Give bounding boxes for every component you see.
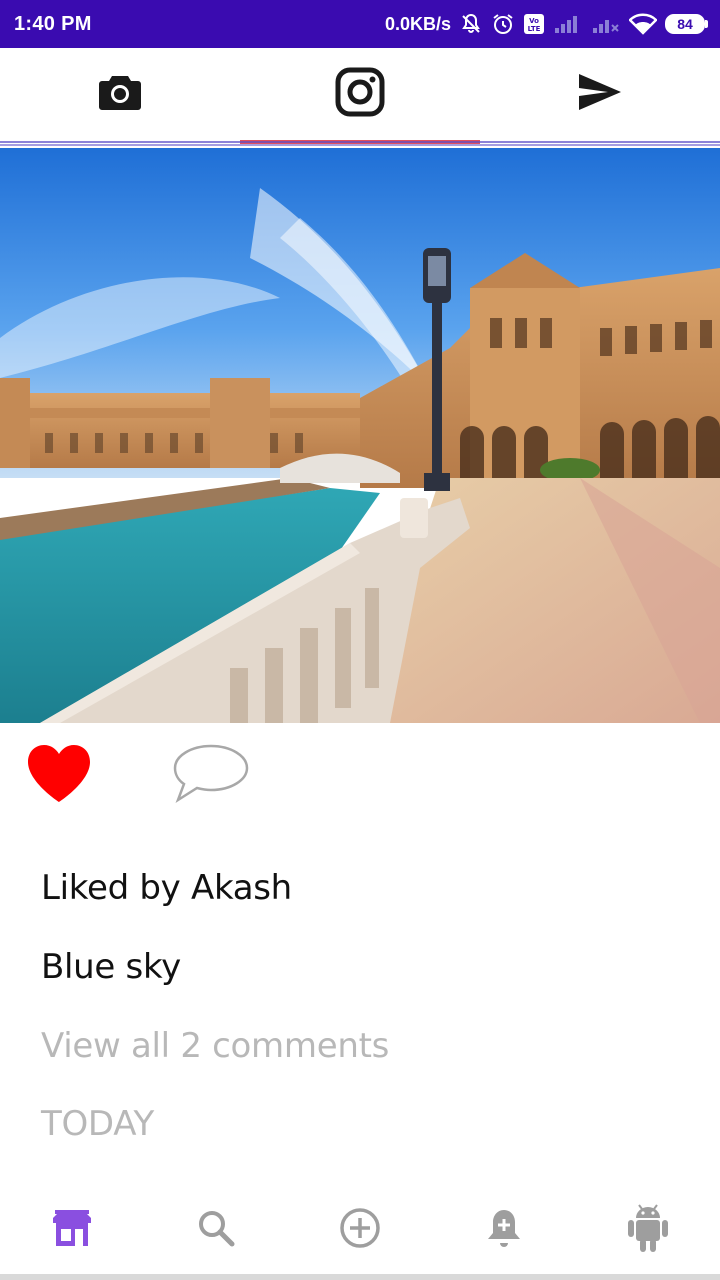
wifi-icon (629, 13, 657, 35)
battery-icon: 84 (665, 14, 708, 34)
tab-instagram[interactable] (240, 48, 480, 144)
network-speed: 0.0KB/s (384, 13, 451, 34)
comment-bubble-icon (170, 744, 252, 810)
send-icon (578, 73, 622, 116)
signal-icon (553, 13, 583, 35)
svg-text:LTE: LTE (528, 25, 541, 33)
mute-alarm-icon (459, 12, 483, 36)
nav-profile[interactable] (576, 1186, 720, 1274)
nav-home[interactable] (0, 1186, 144, 1274)
heart-icon (26, 745, 92, 808)
liked-by-text[interactable]: Liked by Akash (41, 868, 292, 908)
nav-add-post[interactable] (288, 1186, 432, 1274)
status-time: 1:40 PM (14, 12, 92, 35)
post-date: TODAY (41, 1104, 155, 1144)
signal-no-service-icon (591, 13, 621, 35)
status-icons: 0.0KB/s Vo LTE 84 (385, 12, 708, 36)
plaza-de-espana-photo[interactable] (0, 148, 720, 723)
store-icon (52, 1209, 92, 1251)
bottom-navigation (0, 1186, 720, 1274)
tabs-divider (0, 140, 720, 146)
comment-button[interactable] (170, 742, 252, 806)
instagram-icon (335, 67, 385, 122)
notification-add-icon (485, 1207, 523, 1254)
top-tab-bar (0, 48, 720, 144)
alarm-clock-icon (491, 12, 515, 36)
tab-send[interactable] (480, 48, 720, 140)
battery-level: 84 (665, 14, 705, 34)
nav-notifications[interactable] (432, 1186, 576, 1274)
android-icon (627, 1203, 669, 1258)
svg-text:Vo: Vo (529, 17, 539, 25)
camera-icon (98, 72, 142, 117)
nav-search[interactable] (144, 1186, 288, 1274)
like-button[interactable] (26, 744, 94, 806)
status-bar: 1:40 PM 0.0KB/s Vo LTE 84 (0, 0, 720, 48)
volte-icon: Vo LTE (523, 13, 545, 35)
view-comments-link[interactable]: View all 2 comments (41, 1026, 389, 1066)
post-actions (0, 728, 720, 828)
tab-camera[interactable] (0, 48, 240, 140)
post-caption: Blue sky (41, 947, 181, 987)
add-circle-icon (339, 1207, 381, 1254)
bottom-edge (0, 1274, 720, 1280)
search-icon (197, 1209, 235, 1252)
